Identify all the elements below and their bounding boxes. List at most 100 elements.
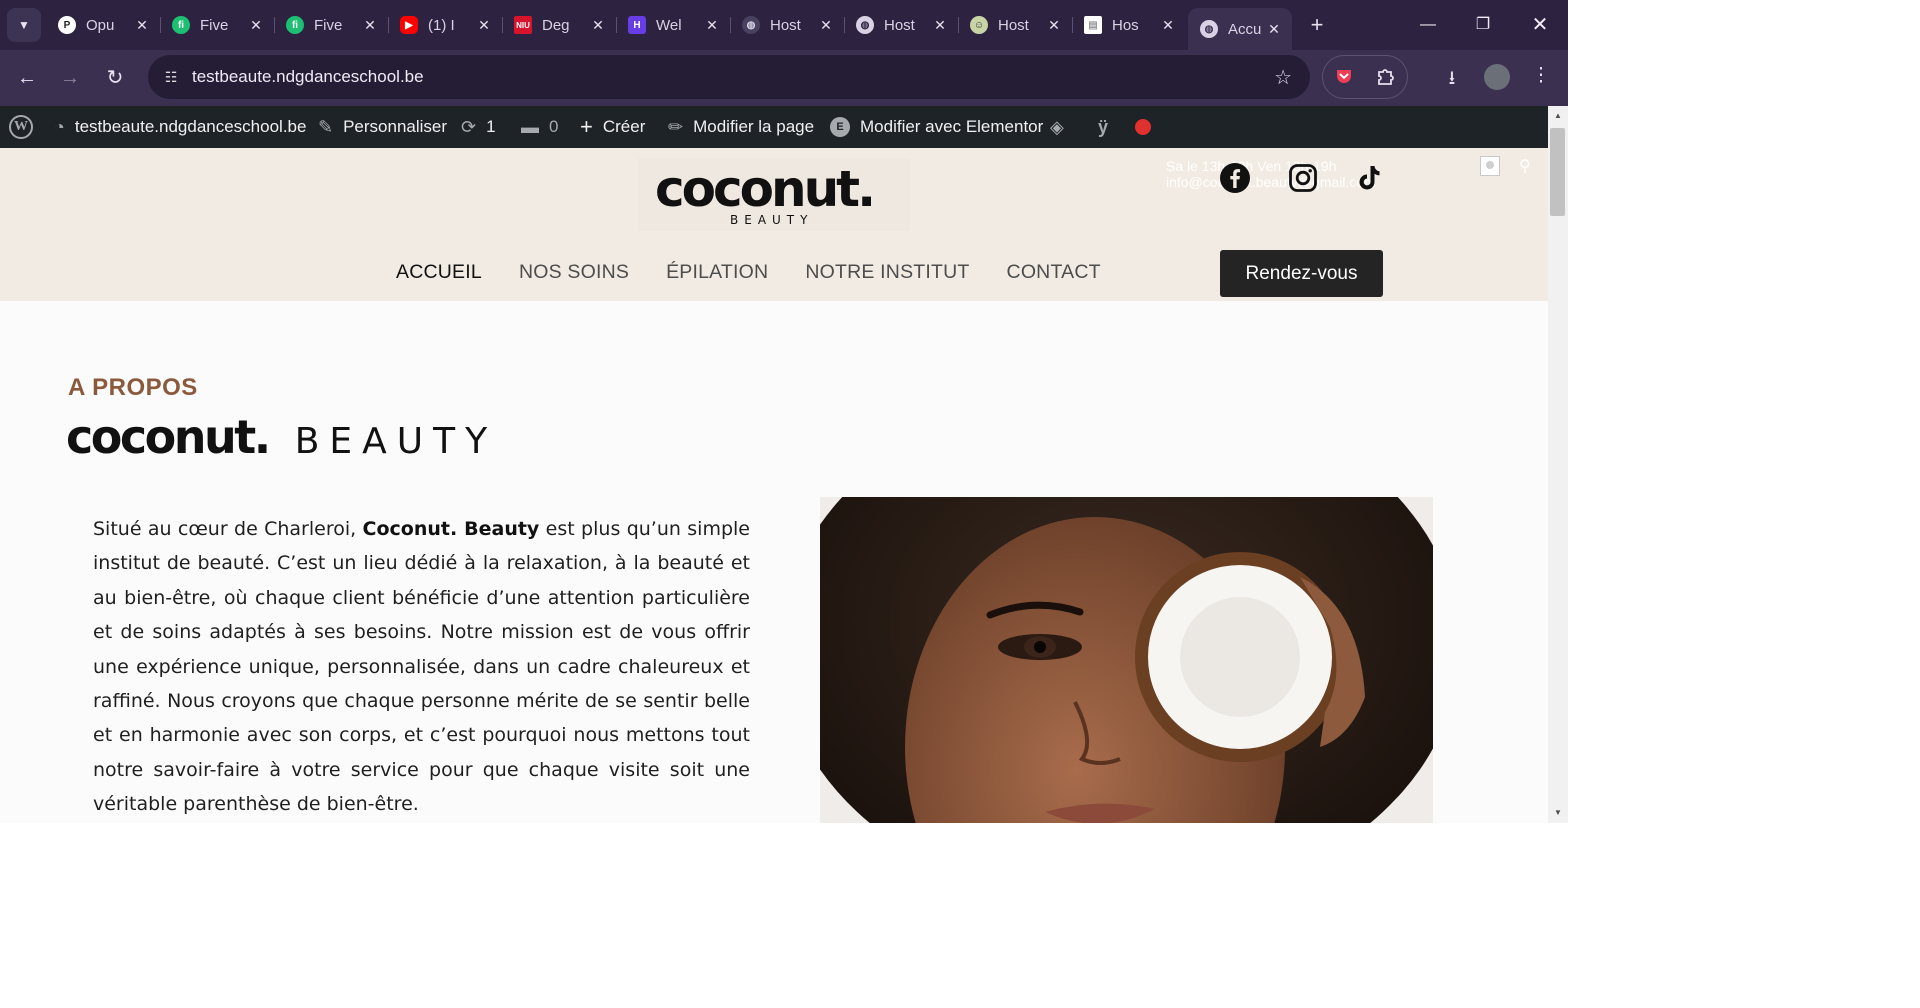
instagram-icon[interactable]	[1286, 161, 1320, 195]
forward-button[interactable]: →	[55, 63, 85, 93]
minimize-button[interactable]: —	[1413, 10, 1443, 40]
browser-tab-active[interactable]: ◍ Accu ✕	[1188, 8, 1292, 50]
search-icon[interactable]: ⚲	[1519, 156, 1531, 176]
site-settings-icon[interactable]: ☷	[156, 62, 186, 92]
section-eyebrow: A PROPOS	[68, 374, 198, 401]
profile-avatar[interactable]	[1484, 64, 1510, 90]
comment-icon: ▬	[521, 116, 539, 137]
back-button[interactable]: ←	[12, 63, 42, 93]
about-brand-name: Coconut. Beauty	[362, 518, 540, 540]
download-icon[interactable]: ⭳	[1437, 64, 1467, 96]
browser-tab[interactable]: ▤ Hos ✕	[1072, 8, 1186, 42]
close-icon[interactable]: ✕	[1046, 17, 1062, 34]
brush-icon: ✎	[318, 116, 334, 137]
site-logo[interactable]: coconut. BEAUTY	[638, 158, 910, 231]
browser-tab[interactable]: H Wel ✕	[616, 8, 731, 42]
close-icon[interactable]: ✕	[476, 17, 492, 34]
rendez-vous-button[interactable]: Rendez-vous	[1220, 250, 1383, 297]
tab-title: Opu	[86, 16, 115, 34]
restore-button[interactable]: ❐	[1468, 10, 1498, 40]
browser-tab[interactable]: fi Five ✕	[160, 8, 275, 42]
bookmark-star-icon[interactable]: ☆	[1274, 65, 1292, 90]
address-bar[interactable]: ☷ testbeaute.ndgdanceschool.be ☆	[148, 55, 1310, 99]
close-icon[interactable]: ✕	[362, 17, 378, 34]
close-icon[interactable]: ✕	[1160, 17, 1176, 34]
fiverr-icon: fi	[286, 16, 304, 34]
extensions-group	[1322, 55, 1408, 99]
globe-icon: ◍	[856, 16, 874, 34]
browser-tab[interactable]: ◍ Host ✕	[844, 8, 959, 42]
nav-epilation[interactable]: ÉPILATION	[666, 261, 768, 284]
browser-tab[interactable]: ▶ (1) I ✕	[388, 8, 503, 42]
tab-search-button[interactable]: ▼	[7, 8, 41, 42]
brand-wordmark: coconut.	[66, 410, 271, 464]
browser-tab[interactable]: fi Five ✕	[274, 8, 389, 42]
menu-kebab-icon[interactable]: ⋮	[1526, 64, 1556, 87]
plus-icon: +	[580, 114, 593, 139]
admin-updates-link[interactable]: ⟳ 1	[461, 106, 496, 148]
niu-icon: NIU	[514, 16, 532, 34]
about-paragraph: Situé au cœur de Charleroi, Coconut. Bea…	[93, 512, 750, 822]
wordpress-logo-icon[interactable]: W	[9, 115, 33, 139]
section-brand-title: coconut. BEAUTY	[66, 410, 497, 464]
logo-subtitle: BEAUTY	[730, 213, 814, 227]
close-icon[interactable]: ✕	[932, 17, 948, 34]
close-window-button[interactable]: ✕	[1525, 10, 1555, 40]
browser-tab[interactable]: NIU Deg ✕	[502, 8, 617, 42]
scroll-thumb[interactable]	[1550, 128, 1565, 216]
admin-new-link[interactable]: + Créer	[580, 106, 645, 148]
reload-button[interactable]: ↻	[100, 63, 130, 93]
account-icon[interactable]	[1480, 156, 1500, 176]
browser-tab[interactable]: ☺ Host ✕	[958, 8, 1073, 42]
url-text[interactable]: testbeaute.ndgdanceschool.be	[192, 67, 424, 87]
tab-strip: ▼ P Opu ✕ fi Five ✕ fi Five ✕ ▶ (1) I ✕ …	[0, 0, 1568, 50]
admin-comments-count: 0	[549, 117, 559, 136]
brand-subtitle: BEAUTY	[294, 421, 498, 462]
updates-icon: ⟳	[461, 116, 477, 137]
hostinger-icon: H	[628, 16, 646, 34]
tiktok-icon[interactable]	[1352, 161, 1386, 195]
scroll-down-arrow[interactable]: ▼	[1548, 805, 1568, 821]
admin-yoast-link[interactable]: ÿ	[1098, 106, 1118, 148]
tab-title: Five	[314, 16, 343, 34]
nav-nos-soins[interactable]: NOS SOINS	[519, 261, 629, 284]
tab-title: (1) I	[428, 16, 455, 34]
close-icon[interactable]: ✕	[1266, 21, 1282, 38]
fiverr-icon: fi	[172, 16, 190, 34]
facebook-icon[interactable]	[1218, 161, 1252, 195]
admin-edit-page-link[interactable]: ✏ Modifier la page	[668, 106, 814, 148]
admin-edit-page-label: Modifier la page	[693, 117, 815, 136]
globe-icon: ◍	[742, 16, 760, 34]
youtube-icon: ▶	[400, 16, 418, 34]
logo-wordmark: coconut.	[655, 160, 876, 218]
tab-title: Host	[770, 16, 801, 34]
admin-diamond-link[interactable]: ◈	[1050, 106, 1074, 148]
scroll-up-arrow[interactable]: ▲	[1548, 108, 1568, 124]
close-icon[interactable]: ✕	[590, 17, 606, 34]
smiley-globe-icon: ☺	[970, 16, 988, 34]
admin-site-label: testbeaute.ndgdanceschool.be	[74, 117, 307, 136]
new-tab-button[interactable]: +	[1304, 12, 1330, 38]
admin-customize-link[interactable]: ✎ Personnaliser	[318, 106, 447, 148]
yoast-icon: ÿ	[1098, 116, 1109, 137]
admin-updates-count: 1	[486, 117, 496, 136]
page-scrollbar[interactable]: ▲ ▼	[1548, 106, 1568, 823]
close-icon[interactable]: ✕	[134, 17, 150, 34]
close-icon[interactable]: ✕	[818, 17, 834, 34]
tab-title: Deg	[542, 16, 570, 34]
pocket-icon[interactable]	[1333, 66, 1355, 88]
close-icon[interactable]: ✕	[248, 17, 264, 34]
close-icon[interactable]: ✕	[704, 17, 720, 34]
browser-tab[interactable]: ◍ Host ✕	[730, 8, 845, 42]
nav-contact[interactable]: CONTACT	[1007, 261, 1101, 284]
page-content: Sa le 13h-19h Ven 13h-19h info@coconut.b…	[0, 148, 1548, 823]
nav-accueil[interactable]: ACCUEIL	[396, 261, 482, 284]
admin-comments-link[interactable]: ▬ 0	[521, 106, 558, 148]
diamond-icon: ◈	[1050, 116, 1064, 137]
admin-site-link[interactable]: ◔ testbeaute.ndgdanceschool.be	[54, 106, 306, 148]
admin-elementor-link[interactable]: E Modifier avec Elementor	[830, 106, 1043, 148]
extensions-puzzle-icon[interactable]	[1375, 65, 1397, 93]
nav-notre-institut[interactable]: NOTRE INSTITUT	[805, 261, 969, 284]
dashboard-icon: ◔	[54, 116, 65, 137]
browser-tab[interactable]: P Opu ✕	[46, 8, 161, 42]
